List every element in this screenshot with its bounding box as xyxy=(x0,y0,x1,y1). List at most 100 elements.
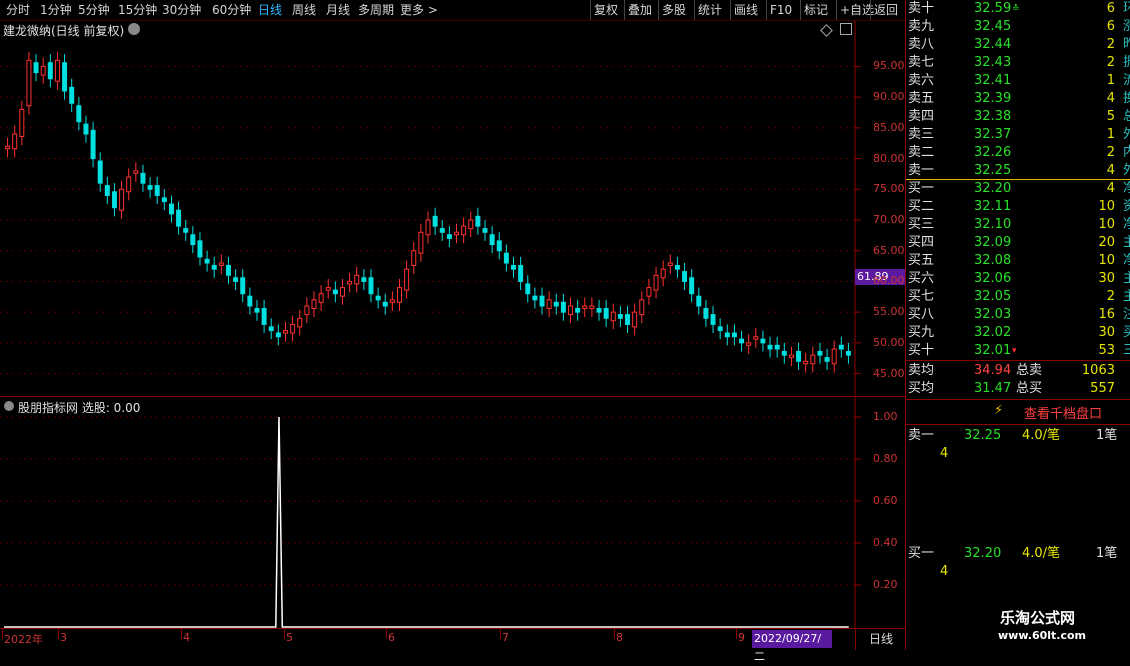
ask-row: 卖三 32.37 1 外 xyxy=(906,126,1130,144)
level-label: 卖四 xyxy=(908,109,935,124)
candle xyxy=(211,264,217,270)
y-tick-label: 65.00 xyxy=(873,243,905,257)
candle xyxy=(26,59,32,107)
action-7[interactable]: +自选 xyxy=(840,2,874,18)
level-label: 买二 xyxy=(908,199,935,214)
bid-row: 买三 32.10 10 净 xyxy=(906,216,1130,234)
period-6[interactable]: 日线 xyxy=(258,2,282,18)
level-label: 买七 xyxy=(908,289,935,304)
cut-off-text: 外 xyxy=(1123,127,1130,142)
detail-row: 买一 32.20 4.0/笔 1笔 xyxy=(906,545,1130,563)
period-5[interactable]: 60分钟 xyxy=(212,2,251,18)
candle xyxy=(482,228,488,233)
candle xyxy=(33,62,39,74)
candle xyxy=(838,344,844,350)
period-9[interactable]: 多周期 xyxy=(358,2,394,18)
candle xyxy=(824,357,830,362)
avg-buy-value: 31.47 xyxy=(974,381,1012,396)
level-volume: 6 xyxy=(1106,1,1115,16)
action-0[interactable]: 复权 xyxy=(594,2,618,18)
period-0[interactable]: 分时 xyxy=(6,2,30,18)
avg-sell-label: 卖均 xyxy=(908,363,935,378)
candle xyxy=(660,268,666,279)
candle xyxy=(282,330,288,334)
depth-link-row[interactable]: ⚡ 查看千档盘口 xyxy=(906,402,1130,422)
cut-off-text: 三 xyxy=(1123,343,1130,358)
quote-panel: 卖十 32.59 ≛ 6 环卖九 32.45 6 涨卖八 32.44 2 昨卖七 32.43 2 振卖六 3… xyxy=(905,0,1130,650)
indicator-pane[interactable]: 股朋指标网 选股: 0.00 1.00 0.80 0.60 0.40 0.20 xyxy=(0,396,905,629)
level-label: 卖九 xyxy=(908,19,935,34)
period-8[interactable]: 月线 xyxy=(326,2,350,18)
action-4[interactable]: 画线 xyxy=(734,2,758,18)
period-10[interactable]: 更多 > xyxy=(400,2,438,18)
candle xyxy=(788,354,794,359)
level-volume: 2 xyxy=(1106,289,1115,304)
total-sell-label: 总卖 xyxy=(1016,363,1043,378)
detail-vol-row: 4 xyxy=(906,445,1130,463)
level-label: 卖十 xyxy=(908,1,935,16)
candle xyxy=(104,185,110,196)
y-tick-label: 55.00 xyxy=(873,305,905,319)
level-price: 32.26 xyxy=(974,145,1012,160)
candle xyxy=(689,277,695,295)
cut-off-text: 换 xyxy=(1123,91,1130,106)
candle xyxy=(475,215,481,227)
period-2[interactable]: 5分钟 xyxy=(78,2,110,18)
action-6[interactable]: 标记 xyxy=(804,2,828,18)
kline-chart[interactable] xyxy=(0,20,905,396)
level-label: 买四 xyxy=(908,235,935,250)
action-1[interactable]: 叠加 xyxy=(628,2,652,18)
action-8[interactable]: 返回 xyxy=(874,2,898,18)
ask-row: 卖七 32.43 2 振 xyxy=(906,54,1130,72)
candle xyxy=(717,326,723,332)
candle xyxy=(596,307,602,313)
candle xyxy=(810,354,816,365)
y-tick-label: 85.00 xyxy=(873,120,905,134)
level-volume: 10 xyxy=(1098,217,1115,232)
x-tick-label: 4 xyxy=(183,631,190,644)
cut-off-text: 净 xyxy=(1123,253,1130,268)
bid-row: 买八 32.03 16 注 xyxy=(906,306,1130,324)
candle xyxy=(126,176,132,193)
candle xyxy=(468,219,474,230)
ask-row: 卖一 32.25 4 外 xyxy=(906,162,1130,180)
candle xyxy=(54,59,60,82)
cut-off-text: 外 xyxy=(1123,163,1130,178)
candle xyxy=(796,350,802,362)
depth-link[interactable]: 查看千档盘口 xyxy=(1024,403,1102,422)
cut-off-text: 涨 xyxy=(1123,19,1130,34)
watermark-line2: www.60lt.com xyxy=(998,629,1087,642)
action-3[interactable]: 统计 xyxy=(698,2,722,18)
down-arrow-icon: ▾ xyxy=(1012,346,1017,356)
period-label[interactable]: 日线 xyxy=(855,629,906,650)
divider xyxy=(906,360,1130,361)
period-4[interactable]: 30分钟 xyxy=(162,2,201,18)
candle xyxy=(375,295,381,301)
detail-count: 1笔 xyxy=(1096,546,1118,561)
candle xyxy=(47,62,53,80)
x-tick-label: 3 xyxy=(60,631,67,644)
period-1[interactable]: 1分钟 xyxy=(40,2,72,18)
candle xyxy=(396,287,402,303)
candle xyxy=(425,219,431,236)
candle xyxy=(197,240,203,258)
candle xyxy=(439,228,445,233)
kline-pane[interactable]: 建龙微纳(日线 前复权) 61.89 95.00 90.00 85.00 80.00 7… xyxy=(0,20,905,396)
y-tick-label: 50.00 xyxy=(873,335,905,349)
candle xyxy=(446,234,452,239)
level-price: 32.38 xyxy=(974,109,1012,124)
period-7[interactable]: 周线 xyxy=(292,2,316,18)
action-2[interactable]: 多股 xyxy=(662,2,686,18)
level-price: 32.10 xyxy=(974,217,1012,232)
candle xyxy=(560,301,566,313)
cut-off-text: 主 xyxy=(1123,289,1130,304)
period-3[interactable]: 15分钟 xyxy=(118,2,157,18)
candle xyxy=(817,350,823,356)
y-tick-label: 90.00 xyxy=(873,90,905,104)
candle xyxy=(731,332,737,338)
action-5[interactable]: F10 xyxy=(770,2,792,18)
level-label: 卖六 xyxy=(908,73,935,88)
detail-per: 4.0/笔 xyxy=(1022,546,1061,561)
candle xyxy=(147,185,153,190)
candle xyxy=(254,307,260,313)
